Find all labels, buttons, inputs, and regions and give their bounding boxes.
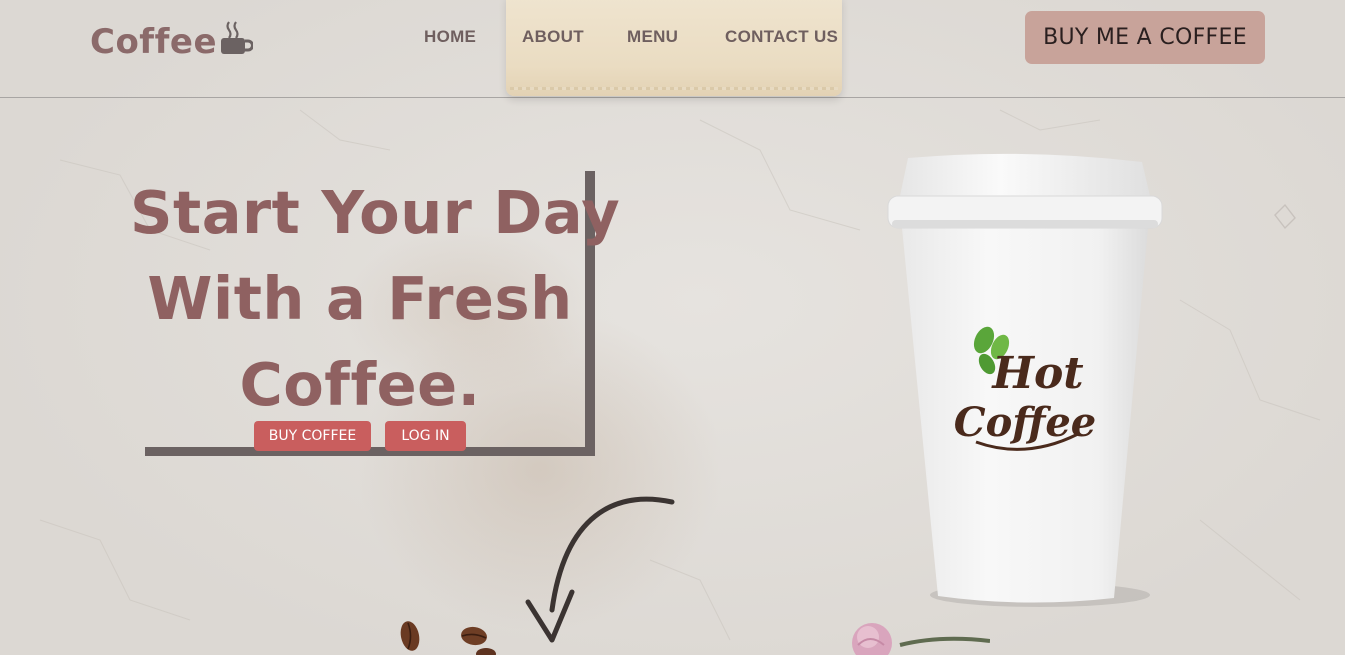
- rose-flower-image: [852, 623, 990, 655]
- cup-logo-coffee: Coffee: [954, 399, 1097, 446]
- hot-coffee-cup-image: Hot Coffee: [887, 153, 1163, 607]
- nav-item-about[interactable]: ABOUT: [522, 27, 584, 47]
- landing-page: Coffee HOME ABOUT MENU CONTACT US BUY ME…: [0, 0, 1345, 655]
- nav-item-contact-us[interactable]: CONTACT US: [725, 27, 838, 47]
- hero-title-line-3: Coffee.: [239, 350, 481, 419]
- brand-logo[interactable]: Coffee: [90, 18, 254, 62]
- hero-title-line-2: With a Fresh: [147, 264, 573, 333]
- coffee-cup-icon: [219, 20, 254, 56]
- nav-item-home[interactable]: HOME: [424, 27, 476, 47]
- site-header: Coffee HOME ABOUT MENU CONTACT US BUY ME…: [0, 0, 1345, 98]
- cup-logo-hot: Hot: [990, 348, 1083, 399]
- log-in-button[interactable]: LOG IN: [385, 421, 466, 451]
- burlap-bag-image: [506, 0, 842, 96]
- buy-coffee-button[interactable]: BUY COFFEE: [254, 421, 371, 451]
- nav-item-menu[interactable]: MENU: [627, 27, 678, 47]
- curved-arrow-icon: [525, 496, 675, 643]
- coffee-beans-image: [400, 621, 496, 655]
- brand-name: Coffee: [90, 22, 218, 62]
- hero-title: Start Your Day With a Fresh Coffee.: [130, 170, 621, 428]
- buy-me-a-coffee-button[interactable]: BUY ME A COFFEE: [1025, 11, 1265, 64]
- hero-title-line-1: Start Your Day: [130, 178, 621, 247]
